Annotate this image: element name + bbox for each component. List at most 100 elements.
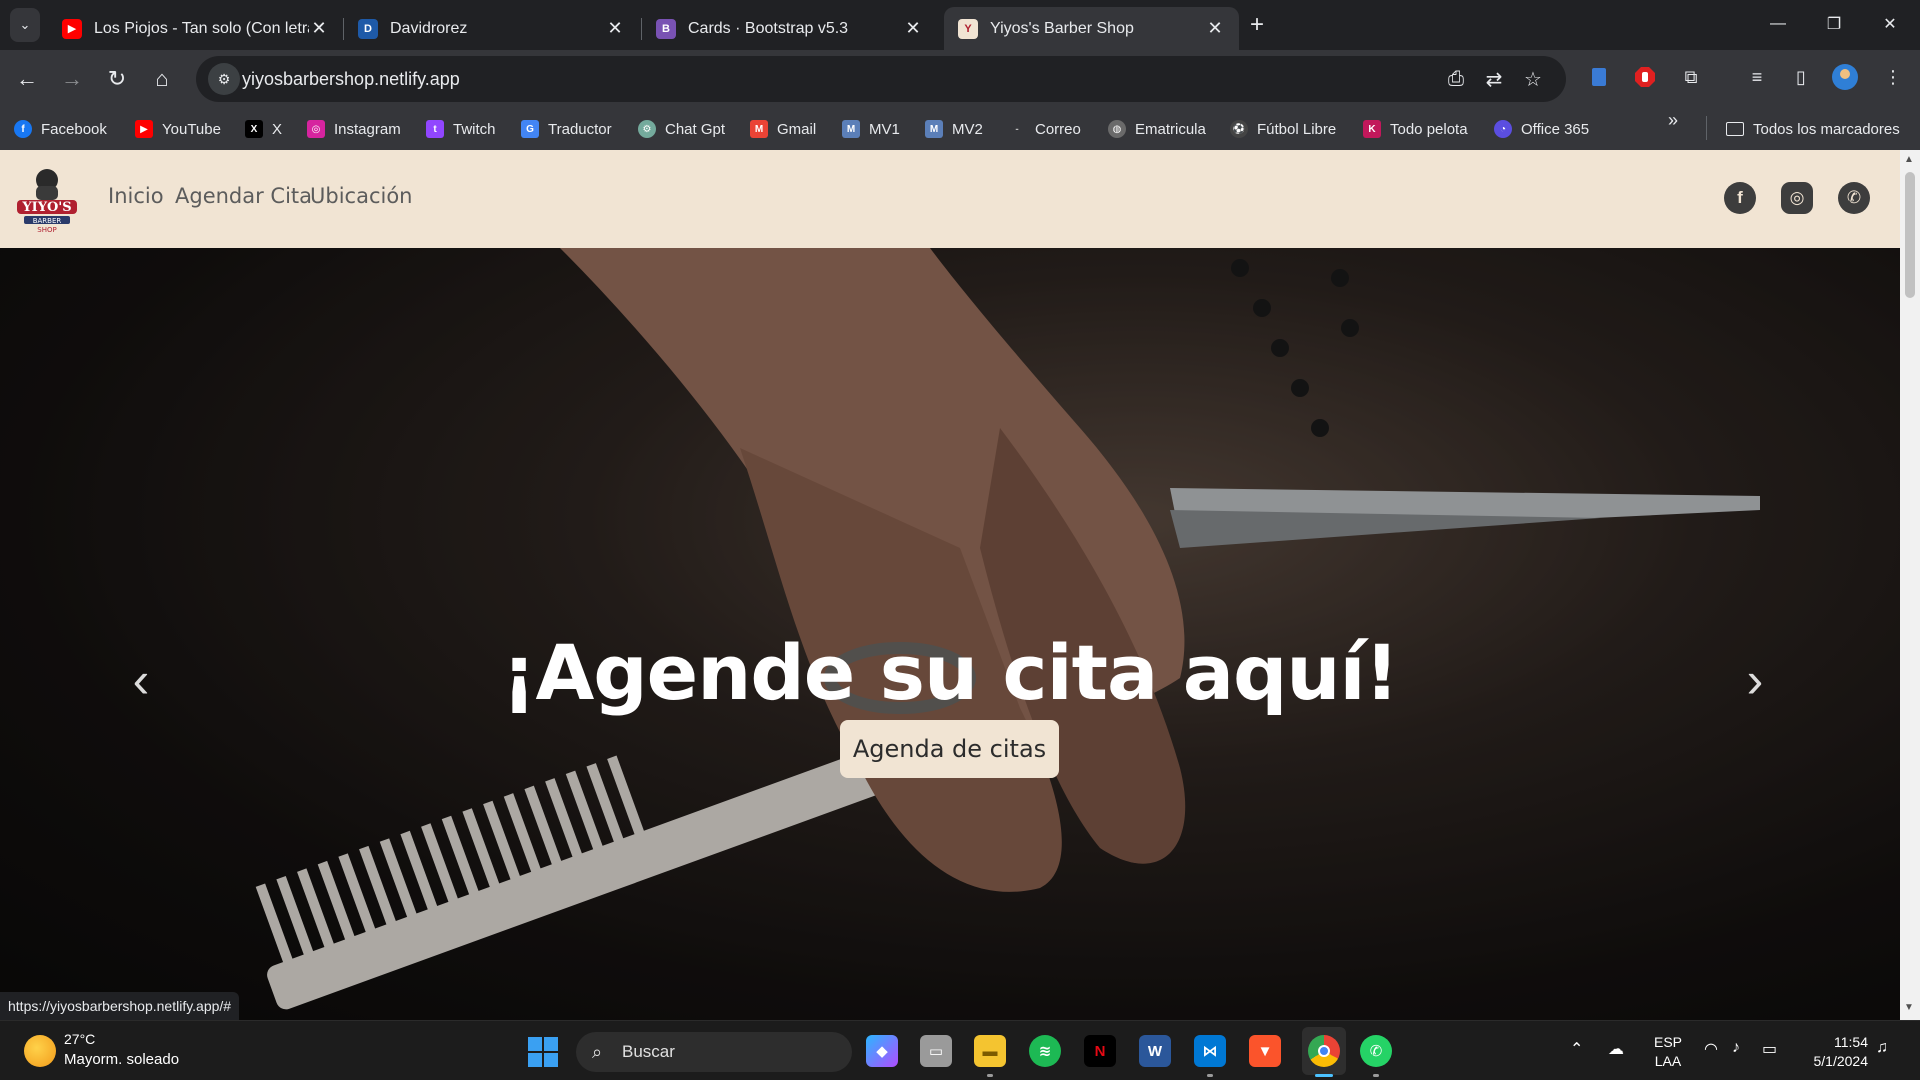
tab-los-piojos[interactable]: ▶ Los Piojos - Tan solo (Con letra) ✕: [48, 7, 343, 50]
yiyos-logo[interactable]: YIYO'S BARBER SHOP: [14, 164, 80, 234]
whatsapp-icon[interactable]: ✆: [1360, 1035, 1392, 1067]
extensions-puzzle-icon[interactable]: ⧉: [1676, 62, 1706, 92]
bookmarks-overflow-icon[interactable]: »: [1668, 110, 1678, 131]
gmail-icon: M: [750, 120, 768, 138]
hero-carousel: ‹ › ¡Agende su cita aquí! Agenda de cita…: [0, 248, 1900, 1020]
show-hidden-icons[interactable]: ⌃: [1570, 1039, 1583, 1059]
bookmark-office-365[interactable]: ◔ Office 365: [1494, 116, 1589, 142]
address-url[interactable]: yiyosbarbershop.netlify.app: [242, 56, 460, 102]
bookmark-mv2[interactable]: M MV2: [925, 116, 983, 142]
weather-sun-icon[interactable]: [24, 1035, 56, 1067]
address-bar[interactable]: ⚙ yiyosbarbershop.netlify.app ⎙ ⇄ ☆: [196, 56, 1566, 102]
close-icon[interactable]: ✕: [903, 18, 923, 39]
bookmark-traductor[interactable]: G Traductor: [521, 116, 612, 142]
weather-desc[interactable]: Mayorm. soleado: [64, 1051, 179, 1068]
bookmark-x[interactable]: XX: [245, 116, 282, 142]
task-view-icon[interactable]: ▭: [920, 1035, 952, 1067]
reload-button[interactable]: ↻: [100, 62, 134, 96]
new-tab-button[interactable]: +: [1243, 12, 1271, 40]
back-button[interactable]: ←: [10, 62, 44, 96]
netflix-icon[interactable]: N: [1084, 1035, 1116, 1067]
volume-icon[interactable]: ♪: [1732, 1039, 1740, 1057]
bookmark-label: Traductor: [548, 120, 612, 138]
system-clock[interactable]: 11:54 5/1/2024: [1800, 1033, 1869, 1071]
scroll-down-icon[interactable]: ▼: [1904, 1002, 1914, 1013]
scroll-thumb[interactable]: [1905, 172, 1915, 298]
bookmark-correo[interactable]: - Correo: [1008, 116, 1081, 142]
adblock-icon[interactable]: [1630, 62, 1660, 92]
moodle-icon: M: [842, 120, 860, 138]
bookmark-label: Ematricula: [1135, 120, 1206, 138]
notification-bell-icon[interactable]: ♫: [1876, 1039, 1888, 1057]
youtube-icon: ▶: [135, 120, 153, 138]
tab-davidrorez[interactable]: D Davidrorez ✕: [344, 7, 639, 50]
wifi-icon[interactable]: ◠: [1704, 1039, 1718, 1059]
side-panel-icon[interactable]: ▯: [1786, 62, 1816, 92]
agenda-citas-button[interactable]: Agenda de citas: [840, 720, 1059, 778]
forward-button[interactable]: →: [55, 62, 89, 96]
close-icon[interactable]: ✕: [605, 18, 625, 39]
bookmark-label: Todos los marcadores: [1753, 120, 1900, 138]
word-icon[interactable]: W: [1139, 1035, 1171, 1067]
svg-text:SHOP: SHOP: [37, 226, 56, 234]
nav-ubicacion[interactable]: Ubicación: [310, 184, 413, 208]
spotify-icon[interactable]: ≋: [1029, 1035, 1061, 1067]
onedrive-icon[interactable]: ☁: [1608, 1039, 1624, 1059]
media-control-icon[interactable]: ≡: [1742, 62, 1772, 92]
bookmark-label: Twitch: [453, 120, 496, 138]
install-app-icon[interactable]: ⎙: [1441, 64, 1471, 94]
battery-icon[interactable]: ▭: [1762, 1039, 1777, 1059]
minimize-button[interactable]: —: [1750, 0, 1806, 48]
bookmark-facebook[interactable]: f Facebook: [14, 116, 107, 142]
bookmark-star-icon[interactable]: ☆: [1518, 64, 1548, 94]
chrome-icon[interactable]: [1308, 1035, 1340, 1067]
bookmark-label: Correo: [1035, 120, 1081, 138]
close-window-button[interactable]: ✕: [1862, 0, 1918, 48]
bookmark-chatgpt[interactable]: ⚙ Chat Gpt: [638, 116, 725, 142]
bookmark-todo-pelota[interactable]: K Todo pelota: [1363, 116, 1468, 142]
tab-strip: ⌄ ▶ Los Piojos - Tan solo (Con letra) ✕ …: [0, 0, 1920, 50]
all-bookmarks-folder[interactable]: Todos los marcadores: [1726, 116, 1900, 142]
language-indicator[interactable]: ESP LAA: [1654, 1033, 1682, 1071]
windows-start-icon[interactable]: [528, 1037, 558, 1067]
close-icon[interactable]: ✕: [309, 18, 329, 39]
browser-menu-icon[interactable]: ⋮: [1878, 62, 1908, 92]
running-indicator: [1315, 1074, 1333, 1077]
extension-icon[interactable]: [1584, 62, 1614, 92]
nav-agendar-cita[interactable]: Agendar Cita: [175, 184, 312, 208]
bookmark-youtube[interactable]: ▶ YouTube: [135, 116, 221, 142]
page-scrollbar[interactable]: ▲ ▼: [1900, 150, 1920, 1020]
home-button[interactable]: ⌂: [145, 62, 179, 96]
vscode-icon[interactable]: ⋈: [1194, 1035, 1226, 1067]
file-explorer-icon[interactable]: ▬: [974, 1035, 1006, 1067]
site-info-icon[interactable]: ⚙: [208, 63, 240, 95]
bookmark-futbol-libre[interactable]: ⚽ Fútbol Libre: [1230, 116, 1336, 142]
bookmark-twitch[interactable]: t Twitch: [426, 116, 496, 142]
tab-yiyos-barber-shop[interactable]: Y Yiyos's Barber Shop ✕: [944, 7, 1239, 50]
instagram-icon[interactable]: ◎: [1781, 182, 1813, 214]
twitch-icon: t: [426, 120, 444, 138]
whatsapp-icon[interactable]: ✆: [1838, 182, 1870, 214]
close-icon[interactable]: ✕: [1205, 18, 1225, 39]
tab-title: Los Piojos - Tan solo (Con letra): [94, 19, 309, 37]
copilot-icon[interactable]: ◆: [866, 1035, 898, 1067]
bookmark-instagram[interactable]: ◎ Instagram: [307, 116, 401, 142]
taskbar-search-box[interactable]: ⌕ Buscar: [576, 1032, 852, 1072]
tab-bootstrap-cards[interactable]: B Cards · Bootstrap v5.3 ✕: [642, 7, 937, 50]
bookmark-gmail[interactable]: M Gmail: [750, 116, 816, 142]
translate-icon[interactable]: ⇄: [1479, 64, 1509, 94]
tab-search-button[interactable]: ⌄: [10, 8, 40, 42]
restore-button[interactable]: ❐: [1806, 0, 1862, 48]
svg-text:BARBER: BARBER: [33, 217, 62, 225]
mail-icon: -: [1015, 123, 1019, 135]
profile-avatar[interactable]: [1830, 62, 1860, 92]
soccer-icon: ⚽: [1230, 120, 1248, 138]
bookmark-ematricula[interactable]: ◍ Ematricula: [1108, 116, 1206, 142]
svg-text:YIYO'S: YIYO'S: [21, 200, 71, 215]
scroll-up-icon[interactable]: ▲: [1904, 154, 1914, 165]
nav-inicio[interactable]: Inicio: [108, 184, 164, 208]
facebook-icon[interactable]: f: [1724, 182, 1756, 214]
weather-temp[interactable]: 27°C: [64, 1031, 95, 1047]
bookmark-mv1[interactable]: M MV1: [842, 116, 900, 142]
brave-icon[interactable]: ▼: [1249, 1035, 1281, 1067]
